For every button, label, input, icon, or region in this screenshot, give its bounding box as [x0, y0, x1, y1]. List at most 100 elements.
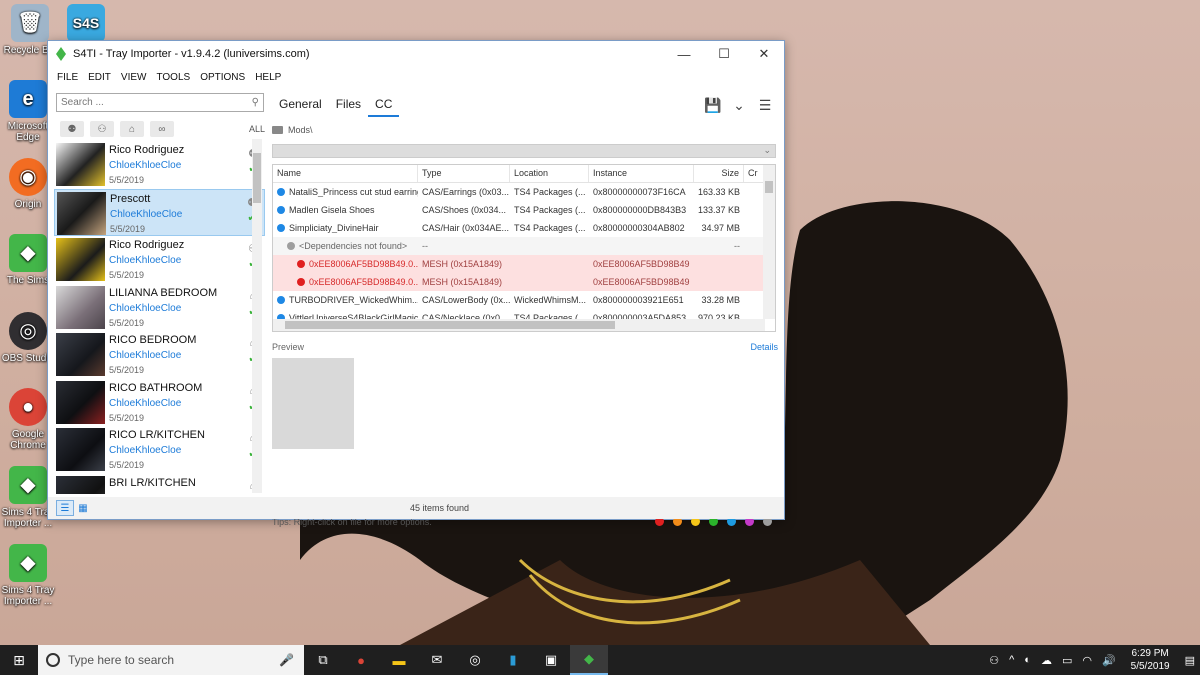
table-row[interactable]: NataliS_Princess cut stud earrings CAS/E…	[273, 183, 775, 201]
filter-lots-icon[interactable]: ⌂	[120, 121, 144, 137]
volume-icon[interactable]: 🔊	[1097, 654, 1121, 667]
app-logo-icon	[56, 47, 66, 61]
tray-item[interactable]: LILIANNA BEDROOM ChloeKhloeCloe 5/5/2019…	[54, 284, 265, 331]
file-explorer-icon[interactable]: ▬	[380, 645, 418, 675]
tray-app-icon[interactable]: ◐	[1019, 654, 1036, 666]
chevron-down-icon[interactable]: ⌄	[726, 97, 752, 114]
tray-item[interactable]: Prescott ChloeKhloeCloe 5/5/2019 ⚉✔	[54, 188, 265, 236]
mail-icon[interactable]: ✉	[418, 645, 456, 675]
tray-list-scroll-thumb[interactable]	[253, 153, 261, 203]
cell-instance: 0x80000000304AB802	[593, 223, 685, 233]
tab-general[interactable]: General	[272, 93, 329, 117]
tray-item[interactable]: RICO BEDROOM ChloeKhloeCloe 5/5/2019 ⌂✔	[54, 331, 265, 379]
folder-icon	[272, 126, 283, 134]
tray-item-date: 5/5/2019	[109, 270, 145, 280]
menu-tools[interactable]: TOOLS	[151, 72, 195, 83]
status-bar: ☰ ▦ 45 items found	[48, 497, 784, 519]
column-name[interactable]: Name	[273, 165, 418, 182]
table-vertical-scroll-thumb[interactable]	[765, 181, 773, 193]
wifi-icon[interactable]: ◠	[1077, 654, 1097, 667]
details-link[interactable]: Details	[750, 342, 778, 352]
desktop-icon-s4s[interactable]: S4S	[58, 4, 114, 45]
notifications-icon[interactable]: ▤	[1180, 654, 1200, 667]
tray-item-creator[interactable]: ChloeKhloeCloe	[109, 348, 263, 363]
tray-item-date: 5/5/2019	[109, 460, 145, 470]
tray-item[interactable]: RICO BATHROOM ChloeKhloeCloe 5/5/2019 ⌂✔	[54, 379, 265, 426]
menu-view[interactable]: VIEW	[116, 72, 152, 83]
tray-list-scrollbar[interactable]	[252, 139, 262, 493]
desktop-icon-tray-importer-2[interactable]: ◆ Sims 4 Tray Importer ...	[0, 544, 56, 607]
menu-options[interactable]: OPTIONS	[195, 72, 250, 83]
recycle-bin-icon: 🗑	[11, 4, 49, 42]
maximize-button[interactable]: ☐	[704, 41, 744, 67]
table-row-missing[interactable]: 0xEE8006AF5BD98B49.0... MESH (0x15A1849)…	[273, 255, 775, 273]
filter-all-label[interactable]: ALL	[249, 124, 265, 134]
taskbar-s4s-icon[interactable]: ▣	[532, 645, 570, 675]
tray-item-creator[interactable]: ChloeKhloeCloe	[109, 253, 263, 268]
tray-item-creator[interactable]: ChloeKhloeCloe	[110, 207, 262, 222]
table-vertical-scrollbar[interactable]	[763, 165, 775, 319]
cell-instance: 0x800000003921E651	[593, 295, 684, 305]
windows-start-icon[interactable]: ⊞	[0, 645, 38, 675]
taskbar-chrome-icon[interactable]: ●	[342, 645, 380, 675]
status-dot-icon	[277, 188, 285, 196]
taskbar-search-input[interactable]: Type here to search 🎤	[38, 645, 304, 675]
filter-dropdown[interactable]: ⌄	[272, 144, 776, 158]
tab-files[interactable]: Files	[329, 93, 368, 117]
menu-file[interactable]: FILE	[52, 72, 83, 83]
filter-households-icon[interactable]: ⚉	[60, 121, 84, 137]
filter-bar: ⚉ ⚇ ⌂ ∞ ALL	[54, 117, 265, 141]
error-dot-icon	[297, 278, 305, 286]
tray-item[interactable]: Rico Rodriguez ChloeKhloeCloe 5/5/2019 ⚉…	[54, 141, 265, 189]
tray-item-list: Rico Rodriguez ChloeKhloeCloe 5/5/2019 ⚉…	[54, 141, 265, 494]
filter-all-icon[interactable]: ∞	[150, 121, 174, 137]
microphone-icon[interactable]: 🎤	[279, 653, 294, 667]
tray-thumbnail	[56, 238, 105, 281]
table-horizontal-scroll-thumb[interactable]	[285, 321, 615, 329]
task-view-icon[interactable]: ⧉	[304, 645, 342, 675]
column-size[interactable]: Size	[694, 165, 744, 182]
title-bar[interactable]: S4TI - Tray Importer - v1.9.4.2 (luniver…	[48, 41, 784, 67]
tray-item-name: Rico Rodriguez	[109, 144, 185, 156]
tray-item-creator[interactable]: ChloeKhloeCloe	[109, 301, 263, 316]
tray-expand-icon[interactable]: ^	[1004, 654, 1019, 666]
tray-item[interactable]: RICO LR/KITCHEN ChloeKhloeCloe 5/5/2019 …	[54, 426, 265, 474]
minimize-button[interactable]: —	[664, 41, 704, 67]
tray-item-creator[interactable]: ChloeKhloeCloe	[109, 158, 263, 173]
column-type[interactable]: Type	[418, 165, 510, 182]
search-icon: ⚲	[251, 97, 259, 108]
save-icon[interactable]: 💾	[700, 97, 726, 114]
menu-help[interactable]: HELP	[250, 72, 286, 83]
hamburger-menu-icon[interactable]: ☰	[752, 97, 778, 114]
table-row[interactable]: Madlen Gisela Shoes CAS/Shoes (0x034... …	[273, 201, 775, 219]
list-view-icon[interactable]: ☰	[56, 500, 74, 516]
people-icon[interactable]: ⚇	[984, 654, 1004, 667]
table-row[interactable]: Simpliciaty_DivineHair CAS/Hair (0x034AE…	[273, 219, 775, 237]
network-icon[interactable]: ▭	[1057, 654, 1077, 667]
tray-item[interactable]: BRI LR/KITCHEN ⌂	[54, 474, 265, 494]
menu-edit[interactable]: EDIT	[83, 72, 116, 83]
column-location[interactable]: Location	[510, 165, 589, 182]
column-instance[interactable]: Instance	[589, 165, 694, 182]
cell-instance: 0xEE8006AF5BD98B49	[593, 277, 690, 287]
taskbar-app-icon[interactable]: ▮	[494, 645, 532, 675]
tray-item-creator[interactable]: ChloeKhloeCloe	[109, 443, 263, 458]
taskbar-tray-importer-icon[interactable]: ◆	[570, 645, 608, 675]
search-input[interactable]: Search ... ⚲	[56, 93, 264, 112]
tray-item-name: Prescott	[110, 192, 151, 205]
close-button[interactable]: ✕	[744, 41, 784, 67]
tab-cc[interactable]: CC	[368, 93, 400, 117]
table-row-group[interactable]: <Dependencies not found> -- --	[273, 237, 775, 255]
table-horizontal-scrollbar[interactable]	[273, 319, 765, 331]
onedrive-icon[interactable]: ☁	[1036, 654, 1057, 667]
cell-size: 33.28 MB	[701, 295, 740, 305]
grid-view-icon[interactable]: ▦	[74, 500, 92, 516]
cell-name: 0xEE8006AF5BD98B49.0...	[309, 277, 418, 287]
table-row-missing[interactable]: 0xEE8006AF5BD98B49.0... MESH (0x15A1849)…	[273, 273, 775, 291]
filter-sims-icon[interactable]: ⚇	[90, 121, 114, 137]
tray-item[interactable]: Rico Rodriguez ChloeKhloeCloe 5/5/2019 ⚇…	[54, 236, 265, 284]
table-row[interactable]: TURBODRIVER_WickedWhim... CAS/LowerBody …	[273, 291, 775, 309]
tray-item-creator[interactable]: ChloeKhloeCloe	[109, 396, 263, 411]
taskbar-obs-icon[interactable]: ◎	[456, 645, 494, 675]
clock[interactable]: 6:29 PM 5/5/2019	[1121, 647, 1180, 673]
